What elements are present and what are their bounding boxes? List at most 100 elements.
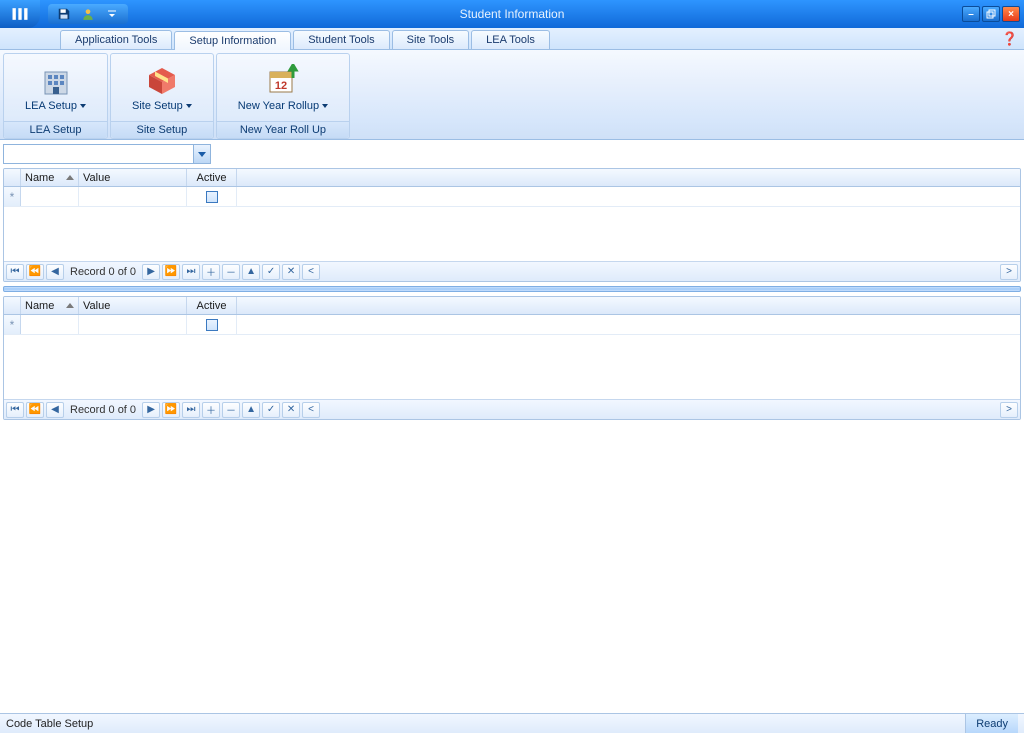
nav-edit-button[interactable]: ▲: [242, 402, 260, 418]
help-icon[interactable]: ❓: [1002, 31, 1018, 47]
app-logo-icon: [10, 4, 30, 24]
ribbon-group-new-year-rollup: 12 New Year Rollup New Year Roll Up: [216, 53, 350, 139]
col-value[interactable]: Value: [79, 169, 187, 186]
window-title: Student Information: [460, 7, 565, 21]
nav-next-page-button[interactable]: ⏩: [162, 264, 180, 280]
cell-active[interactable]: [187, 315, 237, 334]
ribbon-caption-new-year-rollup: New Year Roll Up: [217, 121, 349, 138]
minimize-button[interactable]: –: [962, 6, 980, 22]
sort-asc-icon: [66, 175, 74, 180]
nav-prev-button[interactable]: ◀: [46, 402, 64, 418]
status-bar: Code Table Setup Ready: [0, 713, 1024, 733]
nav-scroll-right-button[interactable]: >: [1000, 264, 1018, 280]
nav-prev-button[interactable]: ◀: [46, 264, 64, 280]
nav-scroll-left-button[interactable]: <: [302, 402, 320, 418]
nav-add-button[interactable]: ＋: [202, 402, 220, 418]
tab-lea-tools[interactable]: LEA Tools: [471, 30, 550, 49]
grid-header: Name Value Active: [4, 169, 1020, 187]
title-bar: Student Information – ×: [0, 0, 1024, 28]
nav-first-button[interactable]: ⏮: [6, 264, 24, 280]
calendar-rollup-icon: 12: [266, 64, 300, 98]
svg-text:12: 12: [275, 80, 287, 92]
new-year-rollup-button[interactable]: 12 New Year Rollup: [231, 61, 335, 115]
user-icon[interactable]: [80, 6, 96, 22]
nav-last-button[interactable]: ⏭: [182, 264, 200, 280]
grid-navigator: ⏮ ⏪ ◀ Record 0 of 0 ▶ ⏩ ⏭ ＋ － ▲ ✓ ✕ < >: [4, 399, 1020, 419]
app-menu-button[interactable]: [0, 0, 40, 28]
nav-commit-button[interactable]: ✓: [262, 402, 280, 418]
row-indicator-header: [4, 297, 21, 314]
nav-cancel-button[interactable]: ✕: [282, 264, 300, 280]
nav-prev-page-button[interactable]: ⏪: [26, 402, 44, 418]
col-active[interactable]: Active: [187, 297, 237, 314]
ribbon-group-site-setup: Site Setup Site Setup: [110, 53, 214, 139]
new-row[interactable]: *: [4, 187, 1020, 207]
tab-student-tools[interactable]: Student Tools: [293, 30, 389, 49]
checkbox-icon[interactable]: [206, 319, 218, 331]
tab-application-tools[interactable]: Application Tools: [60, 30, 172, 49]
restore-button[interactable]: [982, 6, 1000, 22]
row-indicator-header: [4, 169, 21, 186]
col-name[interactable]: Name: [21, 297, 79, 314]
col-active[interactable]: Active: [187, 169, 237, 186]
tab-site-tools[interactable]: Site Tools: [392, 30, 470, 49]
nav-prev-page-button[interactable]: ⏪: [26, 264, 44, 280]
new-year-rollup-label: New Year Rollup: [238, 100, 319, 112]
cell-value[interactable]: [79, 315, 187, 334]
close-button[interactable]: ×: [1002, 6, 1020, 22]
status-ready-label: Ready: [965, 714, 1018, 733]
ribbon-group-lea-setup: LEA Setup LEA Setup: [3, 53, 108, 139]
bottom-grid: Name Value Active * ⏮ ⏪ ◀ Reco: [3, 296, 1021, 420]
splitter-bar[interactable]: [3, 286, 1021, 292]
ribbon-caption-site-setup: Site Setup: [111, 121, 213, 138]
lea-setup-label: LEA Setup: [25, 100, 77, 112]
new-row-indicator: *: [4, 315, 21, 334]
chevron-down-icon: [186, 104, 192, 108]
ribbon-panel: LEA Setup LEA Setup Site Setup Site Setu…: [0, 50, 1024, 140]
combobox-dropdown-button[interactable]: [193, 145, 210, 163]
nav-remove-button[interactable]: －: [222, 402, 240, 418]
tab-setup-information[interactable]: Setup Information: [174, 31, 291, 50]
save-icon[interactable]: [56, 6, 72, 22]
top-grid: Name Value Active * ⏮ ⏪ ◀ Reco: [3, 168, 1021, 282]
grid-navigator: ⏮ ⏪ ◀ Record 0 of 0 ▶ ⏩ ⏭ ＋ － ▲ ✓ ✕ < >: [4, 261, 1020, 281]
nav-last-button[interactable]: ⏭: [182, 402, 200, 418]
ribbon-tabstrip: Application Tools Setup Information Stud…: [0, 28, 1024, 50]
chevron-down-icon: [80, 104, 86, 108]
nav-next-button[interactable]: ▶: [142, 264, 160, 280]
nav-record-label: Record 0 of 0: [66, 266, 140, 278]
site-setup-button[interactable]: Site Setup: [125, 61, 199, 115]
nav-first-button[interactable]: ⏮: [6, 402, 24, 418]
nav-add-button[interactable]: ＋: [202, 264, 220, 280]
nav-next-page-button[interactable]: ⏩: [162, 402, 180, 418]
lookup-combobox[interactable]: [3, 144, 211, 164]
site-setup-label: Site Setup: [132, 100, 183, 112]
checkbox-icon[interactable]: [206, 191, 218, 203]
nav-scroll-right-button[interactable]: >: [1000, 402, 1018, 418]
cell-name[interactable]: [21, 187, 79, 206]
new-row[interactable]: *: [4, 315, 1020, 335]
lea-setup-button[interactable]: LEA Setup: [18, 61, 93, 115]
nav-cancel-button[interactable]: ✕: [282, 402, 300, 418]
nav-commit-button[interactable]: ✓: [262, 264, 280, 280]
building-icon: [39, 64, 73, 98]
col-name[interactable]: Name: [21, 169, 79, 186]
quick-access-toolbar: [48, 4, 128, 24]
status-left-text: Code Table Setup: [6, 718, 93, 730]
cell-name[interactable]: [21, 315, 79, 334]
qat-dropdown-icon[interactable]: [104, 6, 120, 22]
new-row-indicator: *: [4, 187, 21, 206]
window-buttons: – ×: [962, 6, 1020, 22]
ribbon-caption-lea-setup: LEA Setup: [4, 121, 107, 138]
chevron-down-icon: [322, 104, 328, 108]
package-icon: [145, 64, 179, 98]
nav-record-label: Record 0 of 0: [66, 404, 140, 416]
col-value[interactable]: Value: [79, 297, 187, 314]
nav-scroll-left-button[interactable]: <: [302, 264, 320, 280]
nav-remove-button[interactable]: －: [222, 264, 240, 280]
col-spacer: [237, 169, 1020, 186]
cell-value[interactable]: [79, 187, 187, 206]
nav-edit-button[interactable]: ▲: [242, 264, 260, 280]
nav-next-button[interactable]: ▶: [142, 402, 160, 418]
cell-active[interactable]: [187, 187, 237, 206]
